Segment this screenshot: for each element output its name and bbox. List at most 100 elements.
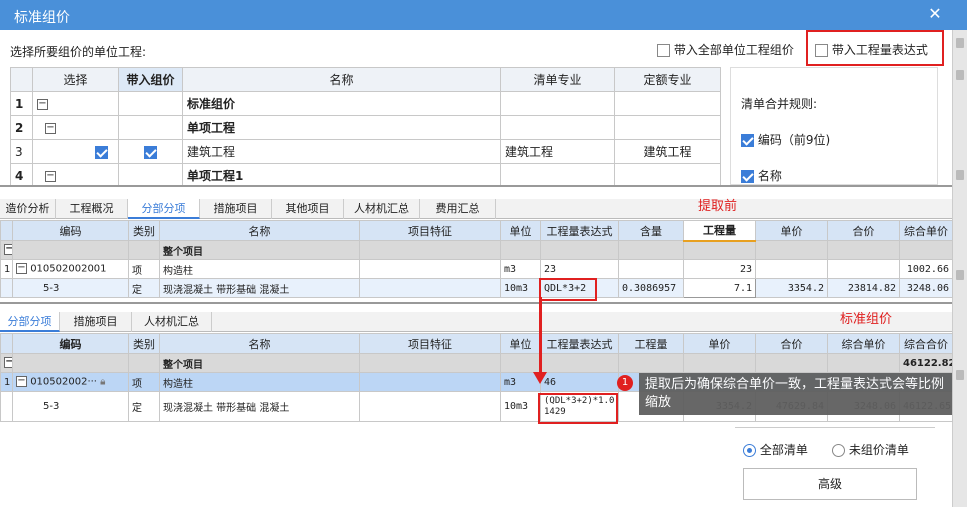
tab-items[interactable]: 分部分项 (128, 199, 200, 219)
table-row[interactable]: 1 − 标准组价 (10, 91, 721, 116)
tooltip: 提取后为确保综合单价一致，工程量表达式会等比例缩放 (639, 373, 952, 415)
collapse-icon[interactable]: − (4, 357, 12, 369)
row-code: 010502002001 (30, 263, 107, 275)
tab-materials[interactable]: 人材机汇总 (132, 312, 212, 332)
tab-measures[interactable]: 措施项目 (60, 312, 132, 332)
include-expr-label: 带入工程量表达式 (831, 43, 928, 57)
row-name: 标准组价 (182, 91, 501, 116)
row-ratio: 0.3086957 (618, 278, 684, 298)
row-price (755, 259, 828, 279)
row-code: 5-3 (12, 391, 129, 422)
rule-name-checkbox[interactable] (741, 170, 754, 183)
before-tab-bar: 造价分析 工程概况 分部分项 措施项目 其他项目 人材机汇总 费用汇总 (0, 199, 952, 219)
tab-items[interactable]: 分部分项 (0, 312, 60, 332)
rule-code-option[interactable]: 编码（前9位) (741, 131, 830, 148)
row-expr[interactable]: 46 (540, 372, 619, 392)
highlight-box-expr-before (539, 278, 597, 301)
table-row[interactable]: 1 − 010502002001 项 构造柱 m3 23 23 1002.66 (0, 259, 953, 279)
row-type: 项 (128, 372, 160, 392)
row-type: 定 (128, 391, 160, 422)
row-name: 现浇混凝土 带形基础 混凝土 (159, 278, 360, 298)
row-ratio (618, 259, 684, 279)
row-name: 单项工程1 (182, 163, 501, 188)
advanced-button[interactable]: 高级 (743, 468, 917, 500)
row-type: 项 (128, 259, 160, 279)
tab-materials[interactable]: 人材机汇总 (344, 199, 420, 219)
collapse-icon[interactable]: − (4, 244, 12, 256)
before-grid: 编码 类别 名称 项目特征 单位 工程量表达式 含量 工程量 单价 合价 综合单… (0, 220, 953, 298)
col-qty: 工程量 (618, 333, 684, 354)
radio-unpriced-lists[interactable] (832, 444, 845, 457)
include-expr-option[interactable]: 带入工程量表达式 (815, 41, 928, 58)
row-qty-input[interactable]: 7.1 (683, 278, 756, 298)
col-unit-total: 综合单价 (899, 220, 953, 241)
col-unit: 单位 (500, 333, 541, 354)
tab-measures[interactable]: 措施项目 (200, 199, 272, 219)
header-quota-major: 定额专业 (614, 67, 721, 92)
lock-icon: 🔒︎ (100, 376, 106, 388)
option-unpriced-lists[interactable]: 未组价清单 (832, 441, 909, 458)
row-total: 23814.82 (827, 278, 900, 298)
collapse-icon[interactable]: − (16, 376, 27, 388)
merge-rule-panel: 清单合并规则: 编码（前9位) 名称 (730, 67, 938, 185)
col-code: 编码 (12, 333, 129, 354)
col-name: 名称 (159, 333, 360, 354)
row-name: 现浇混凝土 带形基础 混凝土 (159, 391, 360, 422)
col-unit: 单位 (500, 220, 541, 241)
include-all-option[interactable]: 带入全部单位工程组价 (657, 41, 794, 58)
vertical-scrollbar[interactable] (952, 30, 967, 507)
tab-fee-summary[interactable]: 费用汇总 (420, 199, 496, 219)
option-unpriced-lists-label: 未组价清单 (848, 443, 909, 457)
divider (735, 427, 935, 428)
dialog-title: 标准组价 (14, 10, 70, 26)
group-row[interactable]: − 整个项目 46122.82 (0, 353, 953, 373)
select-checkbox[interactable] (95, 145, 108, 159)
col-type: 类别 (128, 220, 160, 241)
include-all-label: 带入全部单位工程组价 (673, 43, 794, 57)
tab-overview[interactable]: 工程概况 (56, 199, 128, 219)
rule-name-option[interactable]: 名称 (741, 167, 782, 184)
rule-name-label: 名称 (757, 169, 782, 183)
include-expr-checkbox[interactable] (815, 44, 828, 57)
include-checkbox[interactable] (144, 145, 157, 159)
row-number: 2 (10, 115, 33, 140)
col-feature: 项目特征 (359, 220, 501, 241)
header-name: 名称 (182, 67, 501, 92)
option-all-lists[interactable]: 全部清单 (743, 441, 808, 458)
row-expr[interactable]: 23 (540, 259, 619, 279)
col-total: 合价 (755, 333, 828, 354)
rule-code-checkbox[interactable] (741, 134, 754, 147)
table-row[interactable]: 4 − 单项工程1 (10, 163, 721, 188)
table-row[interactable]: 5-3 定 现浇混凝土 带形基础 混凝土 10m3 QDL*3+2 0.3086… (0, 278, 953, 298)
col-feature: 项目特征 (359, 333, 501, 354)
collapse-icon[interactable]: − (45, 122, 56, 134)
group-sum: 46122.82 (899, 353, 953, 373)
group-name: 整个项目 (159, 353, 360, 373)
tab-cost-analysis[interactable]: 造价分析 (0, 199, 56, 219)
row-name: 构造柱 (159, 372, 360, 392)
row-unit: m3 (500, 259, 541, 279)
collapse-icon[interactable]: − (16, 263, 27, 275)
row-qty[interactable]: 23 (683, 259, 756, 279)
option-all-lists-label: 全部清单 (759, 443, 808, 457)
collapse-icon[interactable]: − (45, 170, 56, 182)
close-icon[interactable]: ✕ (926, 4, 944, 23)
table-row[interactable]: 3 建筑工程 建筑工程 建筑工程 (10, 139, 721, 164)
header-corner (10, 67, 33, 92)
row-name: 建筑工程 (182, 139, 501, 164)
before-panel: 造价分析 工程概况 分部分项 措施项目 其他项目 人材机汇总 费用汇总 提取前 … (0, 185, 953, 301)
col-type: 类别 (128, 333, 160, 354)
header-select: 选择 (32, 67, 119, 92)
col-expr: 工程量表达式 (540, 333, 619, 354)
row-number: 3 (10, 139, 33, 164)
collapse-icon[interactable]: − (37, 98, 48, 110)
row-quota-major: 建筑工程 (614, 139, 721, 164)
group-row[interactable]: − 整个项目 (0, 240, 953, 260)
radio-all-lists[interactable] (743, 444, 756, 457)
row-number: 1 (0, 259, 13, 279)
row-number (0, 278, 13, 298)
include-all-checkbox[interactable] (657, 44, 670, 57)
highlight-box-expr-after (538, 393, 618, 424)
tab-other[interactable]: 其他项目 (272, 199, 344, 219)
table-row[interactable]: 2 − 单项工程 (10, 115, 721, 140)
